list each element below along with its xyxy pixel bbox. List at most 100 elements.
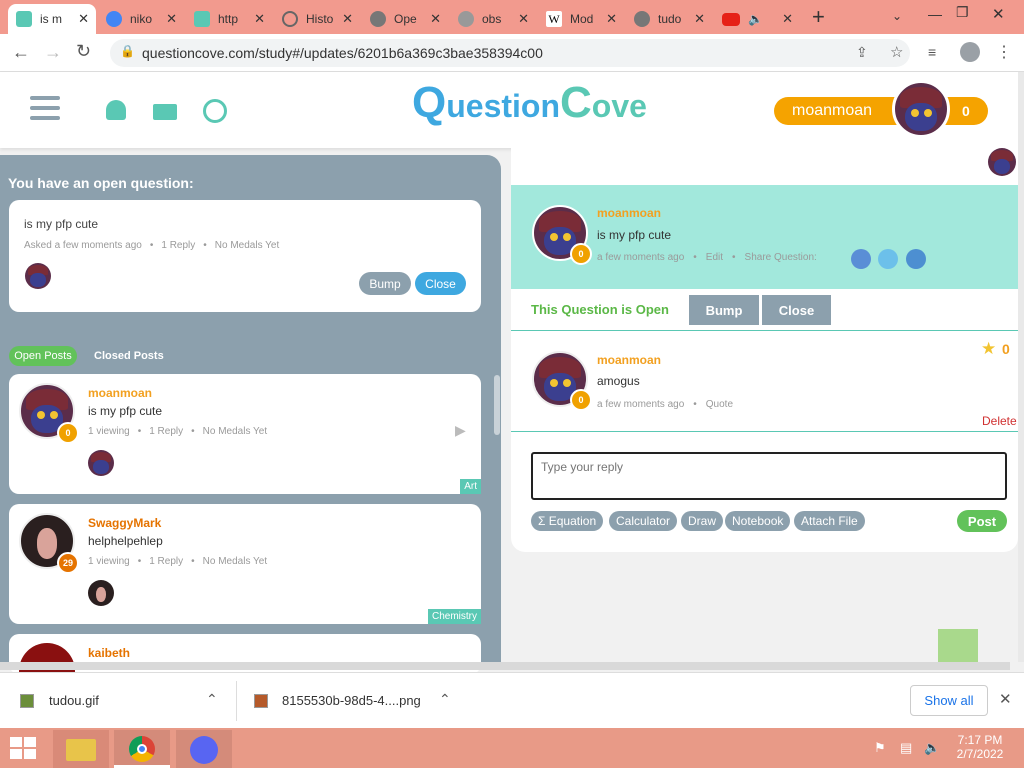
bump-button[interactable]: Bump [359, 272, 411, 295]
tab-wikipedia[interactable]: W Mod ✕ [538, 4, 624, 34]
media-control-icon[interactable]: ≡ [928, 44, 936, 60]
messages-envelope-icon[interactable] [153, 104, 177, 120]
tab-youtube[interactable]: 🔈 ✕ [714, 4, 800, 34]
close-download-bar-icon[interactable]: ✕ [999, 690, 1012, 708]
reply-username[interactable]: moanmoan [597, 353, 661, 367]
back-arrow-icon[interactable]: ← [12, 42, 30, 63]
edit-link[interactable]: Edit [706, 252, 723, 263]
minimize-button[interactable]: — [928, 6, 942, 22]
bump-button[interactable]: Bump [689, 295, 759, 325]
open-question-card[interactable]: is my pfp cute Asked a few moments ago • … [9, 200, 481, 312]
close-tab-icon[interactable]: ✕ [166, 11, 177, 27]
close-window-button[interactable]: ✕ [992, 5, 1005, 23]
twitter-share-icon[interactable] [878, 249, 898, 269]
tray-flag-icon[interactable]: ⚑ [874, 740, 886, 756]
post-card[interactable]: 29 SwaggyMark helphelpehlep 1 viewing • 1… [9, 504, 481, 624]
invite-friend-icon[interactable] [906, 249, 926, 269]
url-text[interactable]: questioncove.com/study#/updates/6201b6a3… [142, 45, 543, 61]
close-tab-icon[interactable]: ✕ [254, 11, 265, 27]
equation-button[interactable]: Σ Equation [531, 511, 604, 531]
calculator-button[interactable]: Calculator [609, 511, 678, 531]
subject-tag[interactable]: Art [460, 479, 481, 494]
notebook-button[interactable]: Notebook [725, 511, 791, 531]
forward-arrow-icon[interactable]: → [44, 42, 62, 63]
play-arrow-icon[interactable]: ▶ [455, 422, 466, 439]
chevron-up-icon[interactable]: ⌃ [206, 691, 218, 708]
tray-volume-icon[interactable]: 🔈 [924, 740, 940, 756]
tab-closed-posts[interactable]: Closed Posts [94, 350, 164, 362]
close-question-button[interactable]: Close [762, 295, 831, 325]
share-icon[interactable]: ⇪ [856, 44, 868, 61]
file-explorer-taskbar-icon[interactable] [53, 730, 109, 768]
bookmark-star-icon[interactable]: ☆ [890, 43, 903, 61]
chevron-up-icon[interactable]: ⌃ [439, 691, 451, 708]
tab-history[interactable]: Histo ✕ [274, 4, 360, 34]
horizontal-scrollbar[interactable] [0, 662, 1010, 670]
post-username[interactable]: SwaggyMark [88, 516, 161, 530]
question-username[interactable]: moanmoan [597, 206, 661, 220]
png-file-icon [254, 694, 268, 708]
user-badge[interactable]: moanmoan 0 [774, 97, 988, 125]
notifications-bell-icon[interactable] [106, 100, 126, 120]
reply-text: amogus [597, 374, 640, 388]
profile-icon[interactable] [960, 42, 980, 62]
header-points: 0 [962, 103, 970, 119]
close-tab-icon[interactable]: ✕ [606, 11, 617, 27]
hamburger-menu-icon[interactable] [30, 96, 60, 120]
post-username[interactable]: kaibeth [88, 646, 130, 660]
close-tab-icon[interactable]: ✕ [78, 11, 89, 27]
google-favicon-icon [106, 11, 122, 27]
menu-kebab-icon[interactable]: ⋮ [996, 42, 1012, 62]
question-time: a few moments ago [597, 252, 685, 263]
subject-tag[interactable]: Chemistry [427, 609, 481, 624]
reply-textarea[interactable] [531, 452, 1007, 500]
post-username[interactable]: moanmoan [88, 386, 152, 400]
tab-ope[interactable]: Ope ✕ [362, 4, 448, 34]
close-tab-icon[interactable]: ✕ [342, 11, 353, 27]
new-tab-button[interactable]: + [812, 4, 825, 30]
page-scrollbar[interactable] [1018, 72, 1024, 662]
viewer-avatar[interactable] [988, 148, 1016, 176]
draw-button[interactable]: Draw [681, 511, 724, 531]
close-question-button[interactable]: Close [415, 272, 466, 295]
globe-icon [370, 11, 386, 27]
attach-file-button[interactable]: Attach File [794, 511, 865, 531]
friends-icon[interactable] [203, 99, 227, 123]
tab-active[interactable]: is m ✕ [8, 4, 96, 34]
header-avatar[interactable] [892, 80, 950, 138]
open-question-text: is my pfp cute [24, 217, 99, 231]
hide-eye-icon[interactable] [938, 629, 978, 662]
chrome-taskbar-icon[interactable] [114, 730, 170, 768]
tray-network-icon[interactable]: ▤ [900, 740, 912, 756]
restore-button[interactable]: ❐ [956, 4, 969, 21]
show-all-downloads-button[interactable]: Show all [910, 685, 988, 716]
omnibox[interactable]: 🔒 questioncove.com/study#/updates/6201b6… [110, 39, 910, 67]
post-card[interactable]: 0 moanmoan is my pfp cute 1 viewing • 1 R… [9, 374, 481, 494]
close-tab-icon[interactable]: ✕ [694, 11, 705, 27]
medal-star-icon[interactable]: ★ [981, 339, 996, 359]
tab-niko[interactable]: niko ✕ [98, 4, 184, 34]
quote-link[interactable]: Quote [706, 399, 733, 410]
close-tab-icon[interactable]: ✕ [518, 11, 529, 27]
close-tab-icon[interactable]: ✕ [430, 11, 441, 27]
questioncove-logo[interactable]: Question Cove [412, 78, 647, 138]
open-question-heading: You have an open question: [8, 175, 194, 191]
tab-http[interactable]: http ✕ [186, 4, 272, 34]
tab-tudou[interactable]: tudo ✕ [626, 4, 712, 34]
open-question-meta: Asked a few moments ago • 1 Reply • No Med… [24, 240, 280, 251]
tab-label: Mod [570, 12, 594, 26]
reload-icon[interactable]: ↻ [76, 41, 91, 62]
download-item[interactable]: tudou.gif ⌃ [0, 673, 236, 729]
tab-open-posts[interactable]: Open Posts [9, 346, 77, 366]
post-button[interactable]: Post [957, 510, 1007, 532]
discord-taskbar-icon[interactable] [176, 730, 232, 768]
delete-link[interactable]: Delete [982, 414, 1017, 428]
download-item[interactable]: 8155530b-98d5-4....png ⌃ [237, 673, 469, 729]
sidebar-scrollbar[interactable] [494, 375, 500, 435]
start-windows-icon[interactable] [10, 737, 38, 759]
tab-obs[interactable]: obs ✕ [450, 4, 536, 34]
close-tab-icon[interactable]: ✕ [782, 11, 793, 27]
facebook-share-icon[interactable] [851, 249, 871, 269]
tab-search-icon[interactable]: ⌄ [892, 9, 902, 23]
tray-clock[interactable]: 7:17 PM 2/7/2022 [950, 733, 1010, 761]
